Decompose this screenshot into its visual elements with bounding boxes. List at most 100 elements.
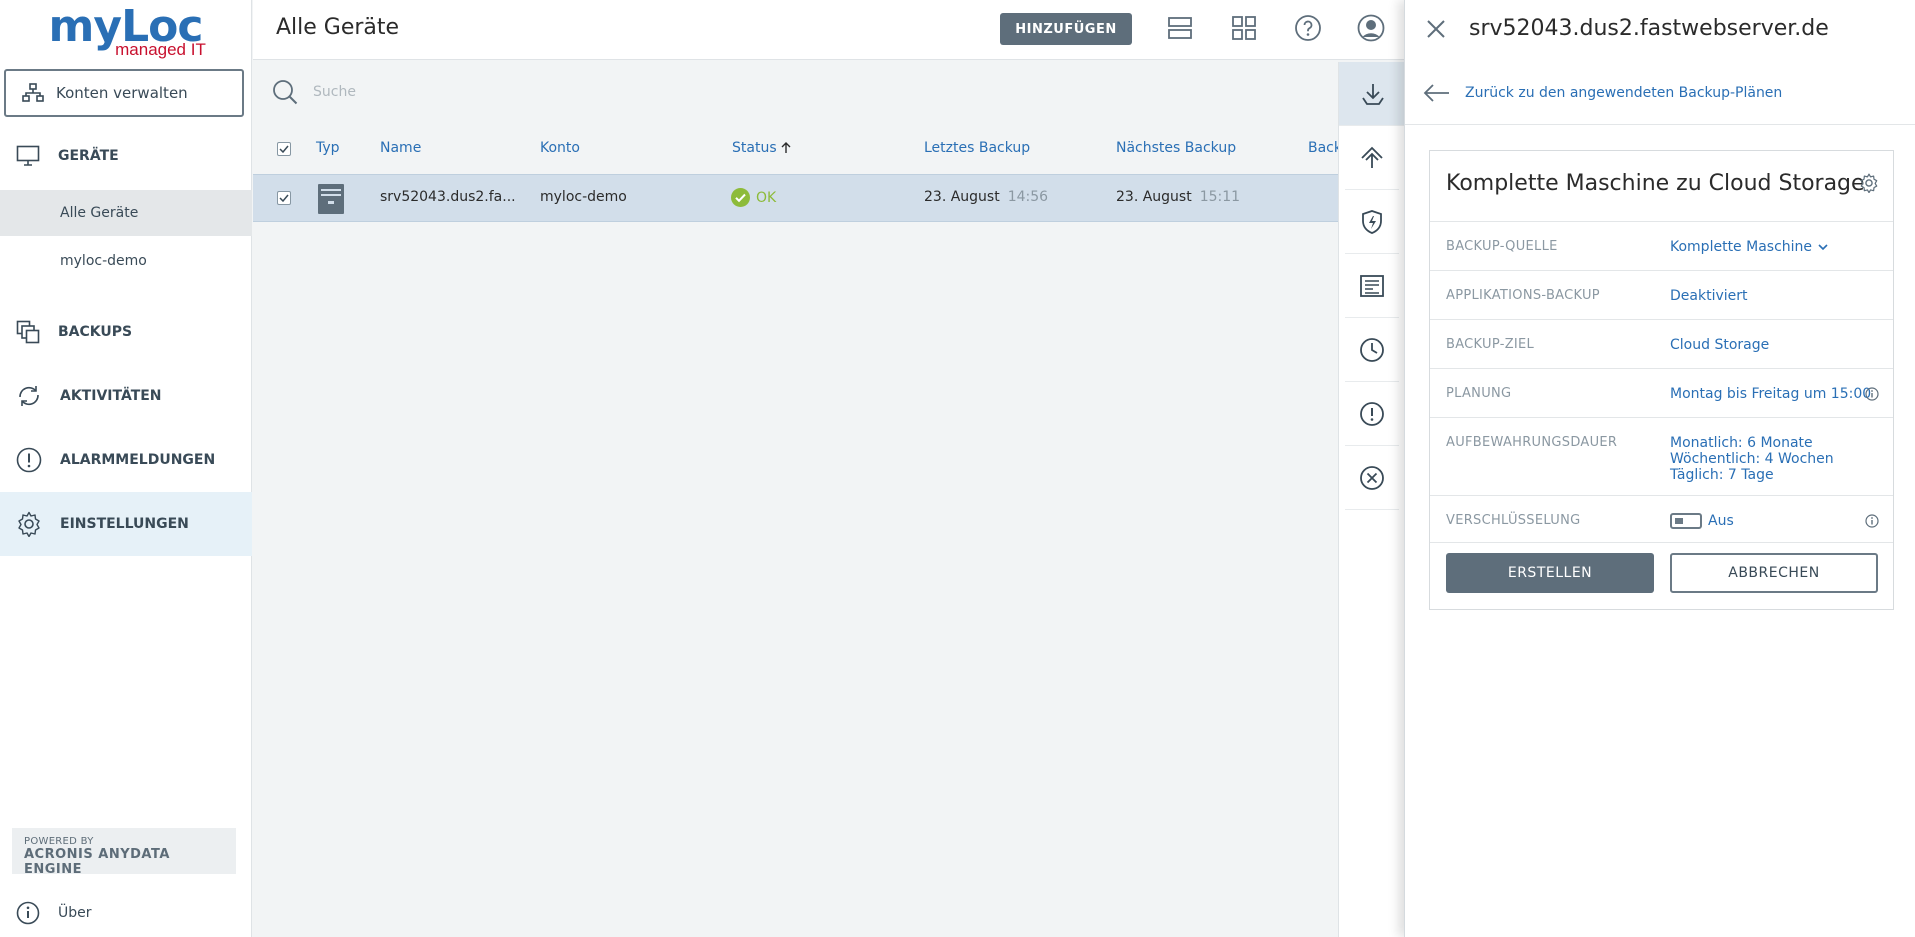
table-row[interactable]: srv52043.dus2.fa... myloc-demo OK 23. Au… (253, 174, 1338, 222)
retention-weekly: Wöchentlich: 4 Wochen (1670, 451, 1834, 467)
panel-header: srv52043.dus2.fastwebserver.de (1405, 0, 1915, 60)
nav-alerts[interactable]: ALARMMELDUNGEN (0, 428, 252, 492)
column-status[interactable]: Status (732, 140, 791, 156)
logo[interactable]: myLoc managed IT (0, 0, 251, 62)
sidebar-item-myloc-demo[interactable]: myloc-demo (0, 238, 252, 284)
backup-action[interactable] (1339, 62, 1406, 126)
column-backup[interactable]: Back (1308, 140, 1342, 156)
help-icon[interactable] (1294, 14, 1322, 42)
nav-backups[interactable]: BACKUPS (0, 300, 252, 364)
download-tray-icon (1360, 81, 1386, 107)
row-account: myloc-demo (540, 189, 627, 205)
prop-schedule: PLANUNG Montag bis Freitag um 15:00 (1430, 368, 1893, 417)
last-backup-time: 14:56 (1007, 189, 1049, 205)
manage-accounts-button[interactable]: Konten verwalten (4, 69, 244, 117)
encryption-info-icon[interactable] (1865, 514, 1879, 528)
sort-ascending-icon (781, 142, 791, 154)
plan-name: Komplette Maschine zu Cloud Storage (1446, 171, 1865, 196)
powered-by-label: POWERED BY (24, 836, 94, 847)
clock-icon (1359, 337, 1385, 363)
sidebar: myLoc managed IT Konten verwalten GERÄTE… (0, 0, 252, 937)
protection-action[interactable] (1345, 190, 1399, 254)
prop-label: APPLIKATIONS-BACKUP (1446, 288, 1600, 303)
info-icon (16, 901, 40, 925)
column-account[interactable]: Konto (540, 140, 580, 156)
sidebar-item-all-devices[interactable]: Alle Geräte (0, 190, 252, 236)
page-title: Alle Geräte (276, 15, 400, 40)
prop-label: VERSCHLÜSSELUNG (1446, 513, 1581, 528)
backup-target-value[interactable]: Cloud Storage (1670, 337, 1769, 353)
retention-daily: Täglich: 7 Tage (1670, 467, 1774, 483)
search-input[interactable] (313, 84, 713, 100)
search-icon[interactable] (271, 78, 299, 106)
gear-icon (16, 511, 42, 537)
column-type[interactable]: Typ (316, 140, 340, 156)
nav-backups-label: BACKUPS (58, 324, 133, 340)
chevron-down-icon (1818, 243, 1828, 251)
back-to-plans-link[interactable]: Zurück zu den angewendeten Backup-Plänen (1405, 62, 1915, 125)
prop-backup-target: BACKUP-ZIEL Cloud Storage (1430, 319, 1893, 368)
nav-alerts-label: ALARMMELDUNGEN (60, 452, 216, 468)
panel-title: srv52043.dus2.fastwebserver.de (1469, 16, 1829, 41)
nav-settings-label: EINSTELLUNGEN (60, 516, 189, 532)
prop-backup-source: BACKUP-QUELLE Komplette Maschine (1430, 221, 1893, 270)
details-action[interactable] (1345, 254, 1399, 318)
back-link-label: Zurück zu den angewendeten Backup-Plänen (1465, 85, 1783, 101)
alert-icon (16, 447, 42, 473)
shield-bolt-icon (1359, 209, 1385, 235)
close-circle-icon (1359, 465, 1385, 491)
grid-view-icon[interactable] (1230, 14, 1258, 42)
add-button[interactable]: HINZUFÜGEN (1000, 13, 1132, 45)
activities-action[interactable] (1345, 318, 1399, 382)
sidebar-item-label: Alle Geräte (60, 205, 139, 221)
about-label: Über (58, 905, 92, 921)
plan-settings-gear-icon[interactable] (1859, 173, 1879, 193)
schedule-value[interactable]: Montag bis Freitag um 15:00 (1670, 386, 1871, 402)
column-name[interactable]: Name (380, 140, 421, 156)
exclamation-icon (1359, 401, 1385, 427)
engine-label: ACRONIS ANYDATA ENGINE (24, 847, 170, 877)
alerts-action[interactable] (1345, 382, 1399, 446)
nav-activities-label: AKTIVITÄTEN (60, 388, 162, 404)
column-next-backup[interactable]: Nächstes Backup (1116, 140, 1236, 156)
top-bar: Alle Geräte HINZUFÜGEN (253, 0, 1405, 60)
row-name: srv52043.dus2.fa... (380, 189, 516, 205)
user-account-icon[interactable] (1357, 14, 1385, 42)
last-backup-date: 23. August (924, 189, 1000, 205)
prop-label: PLANUNG (1446, 386, 1512, 401)
server-details-icon (1359, 273, 1385, 299)
monitor-icon (16, 145, 40, 167)
cancel-button[interactable]: ABBRECHEN (1670, 553, 1878, 593)
search-bar (253, 62, 1338, 122)
select-all-checkbox[interactable] (277, 142, 291, 156)
encryption-toggle[interactable] (1670, 513, 1702, 529)
check-circle-icon (731, 188, 750, 207)
retention-monthly: Monatlich: 6 Monate (1670, 435, 1813, 451)
powered-by-badge: POWERED BY ACRONIS ANYDATA ENGINE (12, 828, 236, 877)
row-status: OK (731, 188, 776, 207)
column-status-label: Status (732, 140, 777, 156)
action-bar (1338, 62, 1406, 937)
create-button[interactable]: ERSTELLEN (1446, 553, 1654, 593)
column-last-backup[interactable]: Letztes Backup (924, 140, 1030, 156)
nav-devices[interactable]: GERÄTE (0, 124, 252, 188)
row-checkbox[interactable] (277, 191, 291, 205)
retention-value[interactable]: Monatlich: 6 Monate Wöchentlich: 4 Woche… (1670, 435, 1834, 483)
nav-settings[interactable]: EINSTELLUNGEN (0, 492, 252, 556)
encryption-value: Aus (1708, 513, 1734, 529)
status-text: OK (756, 189, 777, 206)
backup-source-dropdown[interactable]: Komplette Maschine (1670, 239, 1828, 255)
next-backup-time: 15:11 (1199, 189, 1241, 205)
delete-action[interactable] (1345, 446, 1399, 510)
detail-panel: srv52043.dus2.fastwebserver.de Zurück zu… (1404, 0, 1915, 937)
about-link[interactable]: Über (0, 890, 252, 936)
schedule-info-icon[interactable] (1865, 387, 1879, 401)
encryption-toggle-wrap[interactable]: Aus (1670, 513, 1734, 529)
application-backup-value[interactable]: Deaktiviert (1670, 288, 1748, 304)
list-view-icon[interactable] (1166, 14, 1194, 42)
nav-activities[interactable]: AKTIVITÄTEN (0, 364, 252, 428)
close-icon[interactable] (1425, 18, 1447, 40)
recovery-action[interactable] (1345, 126, 1399, 190)
hierarchy-icon (22, 83, 44, 103)
backup-source-value: Komplette Maschine (1670, 239, 1813, 255)
